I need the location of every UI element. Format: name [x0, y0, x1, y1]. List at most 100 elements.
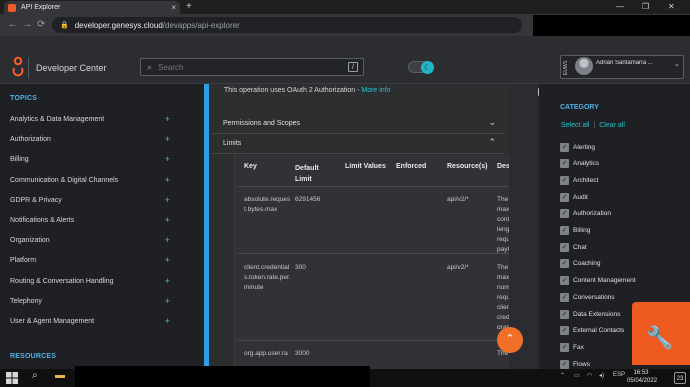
row-divider	[238, 186, 534, 187]
checkbox-checked-icon[interactable]: ✓	[560, 242, 569, 252]
sidebar-item[interactable]: Organization +	[10, 235, 170, 249]
expand-plus-icon[interactable]: +	[165, 134, 170, 144]
sidebar-item[interactable]: GDPR & Privacy +	[10, 195, 170, 209]
windows-start-icon[interactable]	[6, 372, 18, 384]
col-limit-values: Limit Values	[345, 163, 386, 170]
new-tab-button[interactable]: +	[186, 1, 192, 13]
category-checkbox-item[interactable]: ✓ Billing	[560, 225, 590, 237]
region-label: EUW1	[563, 60, 569, 76]
checkbox-checked-icon[interactable]: ✓	[560, 359, 569, 369]
expand-plus-icon[interactable]: +	[165, 195, 170, 205]
category-label: Data Extensions	[573, 310, 621, 318]
checkbox-checked-icon[interactable]: ✓	[560, 292, 569, 302]
permissions-section[interactable]: Permissions and Scopes ⌄	[212, 114, 504, 134]
expand-plus-icon[interactable]: +	[165, 316, 170, 326]
sidebar-item[interactable]: Telephony +	[10, 296, 170, 310]
category-checkbox-item[interactable]: ✓ Data Extensions	[560, 308, 620, 320]
language-indicator[interactable]: ESP	[613, 372, 625, 378]
notification-badge[interactable]: 23	[674, 372, 686, 384]
checkbox-checked-icon[interactable]: ✓	[560, 159, 569, 169]
sidebar-item[interactable]: Billing +	[10, 154, 170, 168]
sidebar-item[interactable]: Routing & Conversation Handling +	[10, 276, 170, 290]
checkbox-checked-icon[interactable]: ✓	[560, 342, 569, 352]
sidebar-item[interactable]: User & Agent Management +	[10, 316, 170, 330]
reload-icon[interactable]: ⟳	[37, 19, 45, 31]
expand-plus-icon[interactable]: +	[165, 276, 170, 286]
moon-icon: ☾	[421, 61, 434, 74]
back-icon[interactable]: ←	[8, 19, 18, 31]
category-checkbox-item[interactable]: ✓ Architect	[560, 174, 598, 186]
select-all-link[interactable]: Select all	[561, 122, 589, 129]
checkbox-checked-icon[interactable]: ✓	[560, 226, 569, 235]
chevron-up-icon[interactable]: ⌃	[560, 372, 565, 379]
sidebar-item[interactable]: Platform +	[10, 255, 170, 269]
expand-plus-icon[interactable]: +	[165, 154, 170, 164]
avatar[interactable]	[575, 57, 593, 75]
clear-all-link[interactable]: Clear all	[599, 122, 625, 129]
row3-default-limit: 3000	[295, 350, 310, 357]
checkbox-checked-icon[interactable]: ✓	[560, 259, 569, 269]
sidebar-item[interactable]: Authorization +	[10, 134, 170, 148]
scrollbar-track[interactable]	[509, 84, 539, 369]
category-checkbox-item[interactable]: ✓ Chat	[560, 241, 587, 253]
row-divider	[238, 340, 534, 341]
forward-icon[interactable]: →	[22, 19, 32, 31]
address-bar[interactable]: 🔒 developer.genesys.cloud /devapps/api-e…	[52, 17, 522, 33]
search-icon[interactable]: ⌕	[32, 370, 38, 381]
wifi-icon[interactable]: ◠	[587, 372, 592, 379]
more-info-link[interactable]: More info	[361, 87, 390, 94]
category-checkbox-item[interactable]: ✓ Conversations	[560, 291, 615, 303]
clock-time: 16:53	[633, 370, 649, 376]
sidebar-item[interactable]: Notifications & Alerts +	[10, 215, 170, 229]
chevron-up-icon: ⌃	[488, 137, 496, 147]
page-title[interactable]: Developer Center	[36, 63, 107, 73]
category-checkbox-item[interactable]: ✓ Authorization	[560, 208, 611, 220]
close-tab-icon[interactable]: ×	[171, 3, 176, 12]
expand-plus-icon[interactable]: +	[165, 235, 170, 245]
checkbox-checked-icon[interactable]: ✓	[560, 192, 569, 202]
sidebar-item[interactable]: Analytics & Data Management +	[10, 114, 170, 128]
category-checkbox-item[interactable]: ✓ Content Management	[560, 275, 636, 287]
expand-plus-icon[interactable]: +	[165, 175, 170, 185]
window-close-icon[interactable]: ✕	[668, 1, 675, 13]
category-checkbox-item[interactable]: ✓ External Contacts	[560, 325, 624, 337]
favicon-icon	[8, 3, 16, 12]
scroll-to-top-button[interactable]: ⌃	[497, 327, 523, 353]
category-checkbox-item[interactable]: ✓ Fax	[560, 341, 584, 353]
expand-plus-icon[interactable]: +	[165, 114, 170, 124]
category-checkbox-item[interactable]: ✓ Alerting	[560, 141, 595, 153]
checkbox-checked-icon[interactable]: ✓	[560, 276, 569, 286]
row2-resource: api/v2/*	[447, 264, 469, 271]
sidebar-item-label: GDPR & Privacy	[10, 197, 62, 204]
category-checkbox-item[interactable]: ✓ Coaching	[560, 258, 600, 270]
sidebar-item[interactable]: Communication & Digital Channels +	[10, 175, 170, 189]
clock[interactable]: 16:53 05/04/2022	[627, 369, 658, 385]
minimize-icon[interactable]: —	[616, 1, 624, 13]
col-enforced: Enforced	[396, 163, 427, 170]
battery-icon[interactable]: ▭	[574, 372, 580, 379]
expand-plus-icon[interactable]: +	[165, 296, 170, 306]
checkbox-checked-icon[interactable]: ✓	[560, 309, 569, 319]
expand-plus-icon[interactable]: +	[165, 215, 170, 225]
checkbox-checked-icon[interactable]: ✓	[560, 326, 569, 336]
expand-plus-icon[interactable]: +	[165, 255, 170, 265]
search-box[interactable]: ⌕ /	[140, 58, 364, 76]
category-label: External Contacts	[573, 327, 625, 335]
checkbox-checked-icon[interactable]: ✓	[560, 175, 569, 185]
checkbox-checked-icon[interactable]: ✓	[560, 142, 569, 152]
chevron-down-icon[interactable]: ⌄	[674, 60, 680, 68]
category-checkbox-item[interactable]: ✓ Analytics	[560, 158, 599, 170]
genesys-logo-icon[interactable]	[12, 56, 24, 78]
limits-section[interactable]: Limits ⌃	[212, 134, 504, 154]
volume-icon[interactable]: ◂)	[599, 372, 604, 379]
clock-date: 05/04/2022	[627, 378, 658, 384]
search-input[interactable]	[158, 62, 339, 72]
checkbox-checked-icon[interactable]: ✓	[560, 209, 569, 219]
user-name: Adrián Santamaría ...	[596, 60, 653, 66]
row2-key: client.credentials.token.rate.per.minute	[244, 264, 291, 291]
category-label: Conversations	[573, 293, 615, 301]
browser-tab[interactable]: API Explorer ×	[4, 1, 180, 14]
maximize-icon[interactable]: ❐	[642, 1, 649, 13]
folder-icon[interactable]: ▬	[55, 370, 65, 381]
category-checkbox-item[interactable]: ✓ Audit	[560, 191, 588, 203]
